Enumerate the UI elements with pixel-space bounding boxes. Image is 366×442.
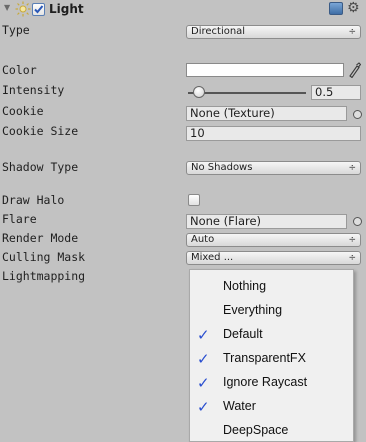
object-picker-icon[interactable] [353,110,362,119]
popup-arrows-icon: ÷ [348,27,356,37]
menu-item-deepspace[interactable]: DeepSpace [190,419,353,442]
sun-icon [15,1,31,17]
culling-mask-value: Mixed ... [191,252,234,263]
lightmapping-label: Lightmapping [2,269,86,283]
shadow-type-label: Shadow Type [2,160,79,174]
popup-arrows-icon: ÷ [348,253,356,263]
menu-item-water[interactable]: ✓ Water [190,395,353,419]
flare-field[interactable]: None (Flare) [186,214,347,229]
type-label: Type [2,23,30,37]
menu-item-default[interactable]: ✓ Default [190,323,353,347]
culling-mask-label: Culling Mask [2,250,86,264]
menu-item-everything[interactable]: Everything [190,299,353,323]
type-value: Directional [191,26,246,37]
menu-item-ignore-raycast[interactable]: ✓ Ignore Raycast [190,371,353,395]
type-popup[interactable]: Directional ÷ [186,25,361,39]
cookie-size-field[interactable]: 10 [186,126,361,141]
intensity-label: Intensity [2,83,65,97]
check-icon: ✓ [197,350,210,368]
draw-halo-label: Draw Halo [2,193,65,207]
component-title: Light [49,2,84,16]
cookie-size-label: Cookie Size [2,124,79,138]
eyedropper-icon[interactable] [347,62,361,78]
render-mode-label: Render Mode [2,231,79,245]
culling-mask-popup[interactable]: Mixed ... ÷ [186,251,361,265]
draw-halo-checkbox[interactable] [188,194,200,206]
foldout-arrow-icon[interactable]: ▼ [4,3,10,12]
component-header: ▼ Light ⚙ [0,0,366,20]
gear-icon[interactable]: ⚙ [347,1,360,15]
check-icon: ✓ [197,398,210,416]
check-icon: ✓ [197,326,210,344]
shadow-type-popup[interactable]: No Shadows ÷ [186,161,361,175]
render-mode-popup[interactable]: Auto ÷ [186,233,361,247]
menu-item-nothing[interactable]: Nothing [190,275,353,299]
popup-arrows-icon: ÷ [348,163,356,173]
popup-arrows-icon: ÷ [348,235,356,245]
color-field[interactable] [186,63,344,77]
flare-label: Flare [2,212,37,226]
component-enabled-checkbox[interactable] [32,3,45,16]
object-picker-icon[interactable] [353,217,362,226]
shadow-type-value: No Shadows [191,162,253,173]
render-mode-value: Auto [191,234,215,245]
help-book-icon[interactable] [329,2,343,15]
checkmark-icon [34,5,44,14]
intensity-slider-thumb[interactable] [193,86,205,98]
check-icon: ✓ [197,374,210,392]
intensity-slider-track[interactable] [188,92,306,94]
cookie-field[interactable]: None (Texture) [186,106,347,121]
culling-mask-menu: Nothing Everything ✓ Default ✓ Transpare… [189,269,354,442]
intensity-field[interactable]: 0.5 [311,85,361,100]
cookie-label: Cookie [2,104,44,118]
color-label: Color [2,63,37,77]
light-inspector: ▼ Light ⚙ Type Directional ÷ Color Inten… [0,0,366,442]
menu-item-transparentfx[interactable]: ✓ TransparentFX [190,347,353,371]
